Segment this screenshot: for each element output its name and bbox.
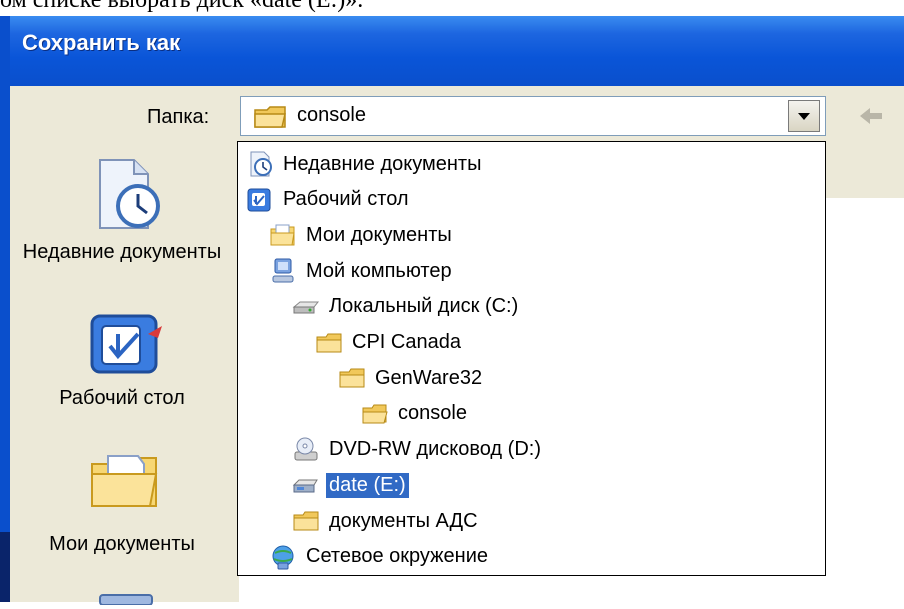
window-title: Сохранить как <box>22 30 181 55</box>
folder-icon <box>315 329 343 357</box>
back-arrow-icon <box>860 108 882 124</box>
dropdown-item-label: Недавние документы <box>283 152 482 175</box>
dropdown-item[interactable]: Сетевое окружение <box>269 539 491 575</box>
my-computer-icon[interactable] <box>96 590 156 609</box>
dropdown-item[interactable]: GenWare32 <box>338 360 485 396</box>
document-caption: ом списке выбрать диск «date (E:)». <box>0 0 904 16</box>
dropdown-item-label: DVD-RW дисковод (D:) <box>329 438 541 461</box>
window-frame <box>0 16 10 532</box>
place-label: Недавние документы <box>22 241 222 263</box>
desktop-icon[interactable] <box>88 310 166 384</box>
dropdown-item-label: документы АДС <box>329 509 478 532</box>
my-documents-icon[interactable] <box>88 446 162 516</box>
current-folder-value: console <box>297 104 366 126</box>
dropdown-item[interactable]: Недавние документы <box>246 146 484 182</box>
dropdown-item-label: Сетевое окружение <box>306 545 489 568</box>
folder-dropdown-list[interactable]: Недавние документы Рабочий стол Мои докуме… <box>237 141 826 576</box>
folder-icon <box>292 507 320 535</box>
folder-combobox[interactable]: console <box>240 96 826 136</box>
back-button[interactable] <box>856 104 886 132</box>
dropdown-item[interactable]: Локальный диск (C:) <box>292 289 521 325</box>
dropdown-item[interactable]: Мои документы <box>269 217 455 253</box>
dropdown-item-label: CPI Canada <box>352 331 461 353</box>
dropdown-item-label: Мои документы <box>306 223 452 246</box>
my-documents-icon <box>269 221 297 249</box>
dropdown-item[interactable]: документы АДС <box>292 503 481 539</box>
desktop-icon <box>246 186 274 214</box>
dropdown-item[interactable]: DVD-RW дисковод (D:) <box>292 432 544 468</box>
place-my-documents[interactable]: Мои документы <box>14 532 230 556</box>
dropdown-item-label: Мой компьютер <box>306 259 452 282</box>
recent-documents-icon[interactable] <box>86 156 164 238</box>
dropdown-item[interactable]: Рабочий стол <box>246 182 412 218</box>
dropdown-item-label: console <box>398 402 467 425</box>
dropdown-item[interactable]: Мой компьютер <box>269 253 455 289</box>
dropdown-item[interactable]: date (E:) <box>292 467 410 503</box>
open-folder-icon <box>361 400 389 428</box>
chevron-down-icon <box>798 113 810 120</box>
my-computer-icon <box>269 257 297 285</box>
dropdown-item-label: Локальный диск (C:) <box>329 295 519 318</box>
dropdown-item[interactable]: console <box>361 396 470 432</box>
dropdown-item-label: GenWare32 <box>375 366 483 389</box>
dropdown-button[interactable] <box>788 100 820 132</box>
title-bar[interactable]: Сохранить как <box>0 16 904 86</box>
dropdown-item[interactable]: CPI Canada <box>315 325 464 361</box>
folder-label: Папка: <box>147 106 210 128</box>
network-icon <box>269 543 297 571</box>
folder-icon <box>338 364 366 392</box>
dvd-drive-icon <box>292 436 320 464</box>
caption-text: ом списке выбрать диск «date (E:)». <box>0 0 364 13</box>
hard-drive-icon <box>292 293 320 321</box>
open-folder-icon <box>253 104 289 134</box>
place-label: Рабочий стол <box>59 387 185 409</box>
place-label: Мои документы <box>49 533 195 555</box>
place-recent-documents[interactable]: Недавние документы <box>14 240 230 264</box>
place-desktop[interactable]: Рабочий стол <box>14 386 230 410</box>
drive-icon <box>292 471 320 499</box>
dropdown-item-label: Рабочий стол <box>283 188 409 211</box>
dropdown-item-label: date (E:) <box>325 471 410 499</box>
recent-documents-icon <box>246 150 274 178</box>
